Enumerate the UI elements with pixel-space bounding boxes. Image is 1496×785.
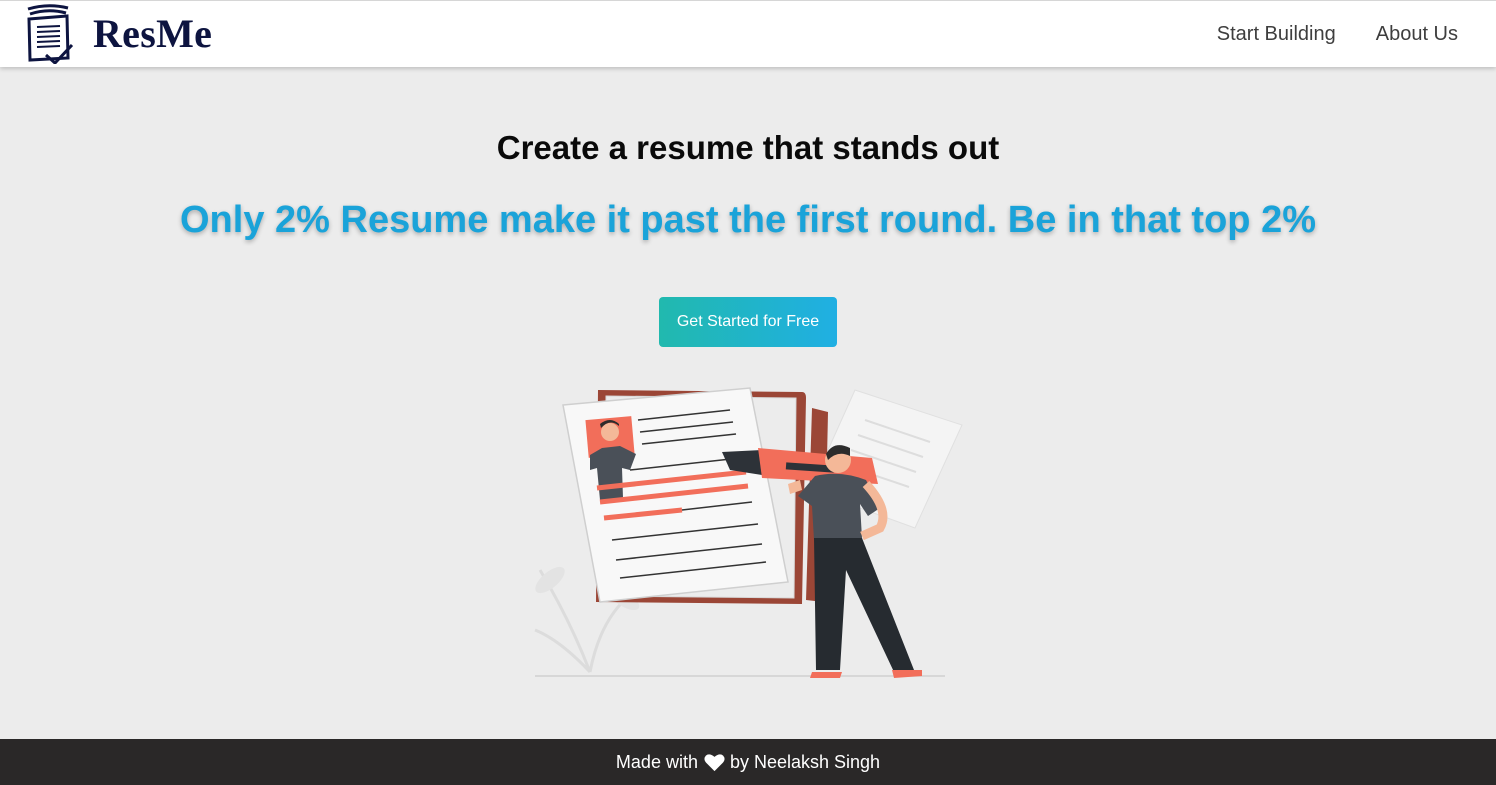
footer-text-author: by Neelaksh Singh — [729, 751, 881, 772]
nav-links: Start Building About Us — [1177, 23, 1458, 46]
resume-document-icon — [27, 4, 74, 64]
brand[interactable]: ResMe — [22, 4, 212, 64]
top-navbar: ResMe Start Building About Us — [0, 0, 1496, 67]
get-started-button[interactable]: Get Started for Free — [659, 297, 837, 347]
heart-icon — [704, 753, 725, 771]
footer-text-made-with: Made with — [615, 751, 698, 772]
nav-link-start-building[interactable]: Start Building — [1217, 23, 1336, 46]
hero-tagline: Only 2% Resume make it past the first ro… — [180, 199, 1316, 241]
footer: Made with by Neelaksh Singh — [0, 739, 1496, 785]
hero-headline: Create a resume that stands out — [496, 129, 1000, 166]
resume-editing-illustration — [534, 387, 963, 678]
nav-link-about-us[interactable]: About Us — [1376, 23, 1458, 46]
brand-name: ResMe — [93, 11, 213, 56]
